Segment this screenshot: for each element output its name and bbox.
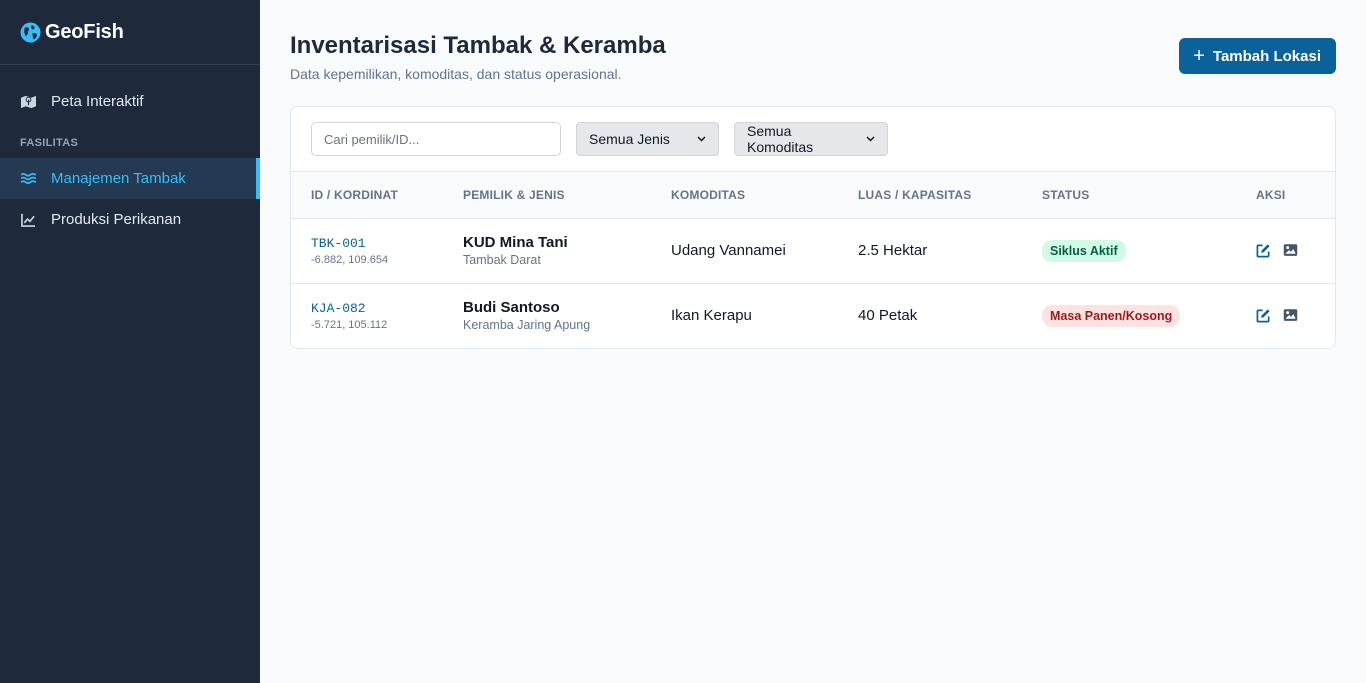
owner-cell: KUD Mina Tani Tambak Darat [443, 218, 651, 283]
sidebar-item-manajemen-tambak[interactable]: Manajemen Tambak [0, 158, 260, 199]
sidebar-section-label: FASILITAS [20, 137, 79, 149]
facility-type: Keramba Jaring Apung [463, 318, 591, 333]
inventory-table: ID / KORDINAT PEMILIK & JENIS KOMODITAS … [291, 172, 1335, 348]
app-root: GeoFish Peta Interaktif FASILITAS Manaje… [0, 0, 1366, 683]
sidebar-item-produksi-perikanan[interactable]: Produksi Perikanan [0, 199, 260, 240]
jenis-select[interactable]: Semua Jenis [576, 122, 719, 156]
page-heading: Inventarisasi Tambak & Keramba Data kepe… [290, 30, 666, 82]
owner-name: KUD Mina Tani [463, 234, 568, 251]
globe-icon [20, 22, 41, 43]
column-header: LUAS / KAPASITAS [838, 172, 1022, 219]
komoditas-cell: Ikan Kerapu [671, 307, 752, 325]
edit-icon[interactable] [1256, 243, 1271, 258]
status-cell: Masa Panen/Kosong [1022, 283, 1236, 348]
id-cell: TBK-001 -6.882, 109.654 [291, 218, 443, 283]
id-cell: KJA-082 -5.721, 105.112 [291, 283, 443, 348]
column-header: STATUS [1022, 172, 1236, 219]
search-input[interactable] [311, 122, 561, 156]
sidebar-nav: Peta Interaktif FASILITAS Manajemen Tamb… [0, 65, 260, 240]
status-cell: Siklus Aktif [1022, 218, 1236, 283]
main-content: Inventarisasi Tambak & Keramba Data kepe… [260, 0, 1366, 683]
sidebar: GeoFish Peta Interaktif FASILITAS Manaje… [0, 0, 260, 683]
column-header: PEMILIK & JENIS [443, 172, 651, 219]
jenis-select-value: Semua Jenis [589, 131, 670, 147]
komoditas-select[interactable]: Semua Komoditas [734, 122, 888, 156]
brand-name: GeoFish [45, 20, 124, 43]
komoditas-select-value: Semua Komoditas [747, 123, 814, 155]
sidebar-item-peta-interaktif[interactable]: Peta Interaktif [0, 81, 260, 122]
chevron-down-icon [697, 133, 706, 145]
chevron-down-icon [866, 133, 875, 145]
luas-cell: 40 Petak [858, 307, 918, 325]
page-header: Inventarisasi Tambak & Keramba Data kepe… [290, 30, 1336, 106]
image-icon[interactable] [1283, 308, 1298, 323]
brand[interactable]: GeoFish [0, 0, 260, 65]
sidebar-item-label: Manajemen Tambak [51, 170, 186, 187]
plus-icon: + [1193, 45, 1205, 67]
facility-type: Tambak Darat [463, 253, 541, 267]
komoditas-cell: Udang Vannamei [671, 242, 786, 259]
facility-id[interactable]: TBK-001 [311, 236, 443, 251]
owner-name: Budi Santoso [463, 299, 560, 317]
sidebar-item-label: Peta Interaktif [51, 93, 144, 110]
coordinates: -6.882, 109.654 [311, 253, 389, 266]
filter-bar: Semua Jenis Semua Komoditas [291, 107, 1335, 172]
column-header: ID / KORDINAT [291, 172, 443, 219]
coordinates: -5.721, 105.112 [311, 318, 388, 331]
image-icon[interactable] [1283, 243, 1298, 258]
row-actions [1256, 243, 1335, 258]
actions-cell [1236, 283, 1335, 348]
status-badge: Siklus Aktif [1042, 239, 1126, 262]
owner-cell: Budi Santoso Keramba Jaring Apung [443, 283, 651, 348]
edit-icon[interactable] [1256, 308, 1271, 323]
luas-cell: 2.5 Hektar [858, 242, 928, 259]
table-row[interactable]: TBK-001 -6.882, 109.654 KUD Mina Tani Ta… [291, 218, 1335, 283]
facility-id[interactable]: KJA-082 [311, 301, 443, 316]
sidebar-item-label: Produksi Perikanan [51, 211, 182, 228]
map-icon [20, 93, 37, 110]
water-icon [20, 170, 37, 187]
add-location-button[interactable]: + Tambah Lokasi [1179, 38, 1336, 74]
add-location-label: Tambah Lokasi [1212, 47, 1321, 65]
row-actions [1256, 308, 1335, 323]
page-subtitle: Data kepemilikan, komoditas, dan status … [290, 66, 622, 82]
inventory-card: Semua Jenis Semua Komoditas ID / KORDINA… [290, 106, 1336, 349]
page-title: Inventarisasi Tambak & Keramba [290, 32, 666, 59]
chart-line-icon [20, 211, 37, 228]
column-header: AKSI [1236, 172, 1335, 219]
status-badge: Masa Panen/Kosong [1042, 304, 1181, 327]
table-row[interactable]: KJA-082 -5.721, 105.112 Budi Santoso Ker… [291, 283, 1335, 348]
actions-cell [1236, 218, 1335, 283]
table-header: ID / KORDINAT PEMILIK & JENIS KOMODITAS … [291, 172, 1335, 219]
column-header: KOMODITAS [651, 172, 838, 219]
